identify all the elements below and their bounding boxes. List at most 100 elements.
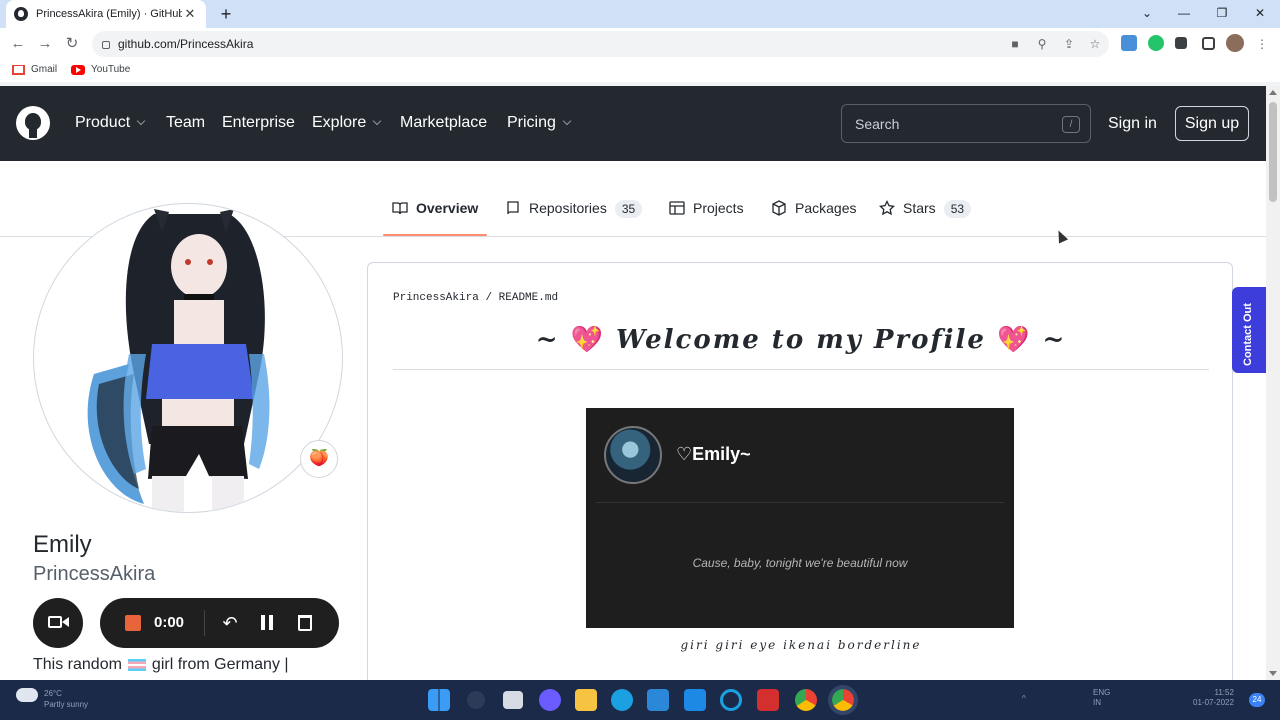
share-icon[interactable]: ⇪ [1062, 37, 1076, 51]
close-tab-icon[interactable]: ✕ [182, 6, 198, 22]
extension-icon[interactable] [1121, 35, 1137, 51]
bookmark-label: YouTube [91, 64, 131, 75]
chevron-down-icon [136, 116, 146, 126]
path-separator: / [485, 292, 493, 304]
search-input[interactable]: Search / [841, 104, 1091, 143]
weather-widget[interactable]: 26°C Partly sunny [44, 688, 88, 710]
readme-path: PrincessAkira / README.md [393, 292, 558, 304]
tab-projects[interactable]: Projects [669, 200, 744, 236]
bio-text: This random [33, 656, 122, 673]
tab-label: Stars [903, 200, 936, 216]
browser-toolbar: ← → ↻ github.com/PrincessAkira ■ ⚲ ⇪ ☆ [0, 28, 1280, 60]
status-emoji-badge[interactable]: 🍑 [300, 440, 338, 478]
chrome-icon[interactable] [795, 689, 817, 711]
github-header: Product Team Enterprise Explore Marketpl… [0, 86, 1266, 161]
cortana-icon[interactable] [720, 689, 742, 711]
new-tab-button[interactable]: + [216, 4, 236, 24]
tab-label: Overview [416, 200, 479, 216]
tab-search-icon[interactable]: ⌄ [1128, 0, 1166, 28]
profile-avatar[interactable] [1226, 34, 1244, 52]
nav-marketplace[interactable]: Marketplace [400, 114, 487, 132]
chrome-active-icon[interactable] [828, 685, 858, 715]
tray-chevron-icon[interactable]: ^ [1022, 694, 1026, 703]
scrollbar-thumb[interactable] [1269, 102, 1277, 202]
divider [393, 369, 1209, 370]
readme-file-link[interactable]: README.md [499, 292, 558, 304]
profile-fullname: Emily [33, 531, 92, 558]
search-shortcut-key: / [1062, 116, 1080, 133]
browser-tab-strip: PrincessAkira (Emily) · GitHub ✕ + ⌄ — ❐… [0, 0, 1280, 28]
search-placeholder: Search [855, 115, 900, 132]
tab-label: Packages [795, 200, 857, 216]
readme-owner-link[interactable]: PrincessAkira [393, 292, 479, 304]
chevron-down-icon [373, 116, 382, 126]
readme-heading: ~ 💖 Welcome to my Profile 💖 ~ [368, 325, 1234, 355]
nav-label: Product [75, 114, 131, 131]
close-window-button[interactable]: ✕ [1241, 0, 1279, 28]
recorder-camera-button[interactable] [33, 598, 83, 648]
mcafee-icon[interactable] [757, 689, 779, 711]
clock[interactable]: 11:52 01-07-2022 [1193, 688, 1234, 708]
nav-product[interactable]: Product [75, 114, 146, 132]
tab-packages[interactable]: Packages [771, 200, 856, 236]
github-logo-icon[interactable] [16, 106, 50, 140]
scroll-down-icon[interactable] [1269, 671, 1277, 676]
app-l-icon[interactable] [684, 689, 706, 711]
nav-enterprise[interactable]: Enterprise [222, 114, 295, 132]
windows-start-icon[interactable] [428, 689, 450, 711]
sign-in-link[interactable]: Sign in [1108, 115, 1157, 133]
trash-icon[interactable] [298, 615, 312, 631]
notification-badge[interactable]: 24 [1249, 693, 1265, 707]
tab-overview[interactable]: Overview [382, 200, 488, 236]
edge-browser-icon[interactable] [611, 689, 633, 711]
address-bar[interactable]: github.com/PrincessAkira [92, 31, 1109, 57]
reload-button[interactable]: ↻ [62, 34, 82, 54]
extensions-puzzle-icon[interactable] [1175, 37, 1187, 49]
pause-icon[interactable] [261, 615, 273, 630]
bookmark-youtube[interactable]: YouTube [71, 64, 130, 75]
tab-label: Projects [693, 200, 744, 216]
tab-repositories[interactable]: Repositories 35 [505, 200, 643, 236]
weather-cloud-icon[interactable] [16, 688, 38, 702]
camera-blocked-icon[interactable]: ■ [1008, 37, 1022, 51]
readme-card: PrincessAkira / README.md ~ 💖 Welcome to… [367, 262, 1233, 702]
undo-icon[interactable]: ↶ [220, 612, 240, 634]
zoom-icon[interactable]: ⚲ [1035, 37, 1049, 51]
nav-explore[interactable]: Explore [312, 114, 382, 132]
forward-button[interactable]: → [35, 34, 55, 54]
nav-team[interactable]: Team [166, 114, 205, 132]
music-card-image[interactable]: ♡Emily~ Cause, baby, tonight we're beaut… [586, 408, 1014, 628]
bookmark-star-icon[interactable]: ☆ [1088, 37, 1102, 51]
sparkling-heart-icon: 💖 [570, 325, 605, 355]
nav-label: Marketplace [400, 114, 488, 131]
file-explorer-icon[interactable] [575, 689, 597, 711]
maximize-button[interactable]: ❐ [1203, 0, 1241, 28]
page-scrollbar[interactable] [1266, 86, 1280, 680]
language-indicator[interactable]: ENG IN [1093, 688, 1110, 708]
tab-stars[interactable]: Stars 53 [878, 199, 972, 236]
contact-out-button[interactable]: Contact Out [1232, 287, 1266, 373]
contact-out-label: Contact Out [1242, 303, 1254, 366]
store-icon[interactable] [647, 689, 669, 711]
readme-title-text: Welcome to my Profile [616, 325, 986, 355]
chrome-menu-icon[interactable]: ⋮ [1255, 37, 1269, 51]
stop-recording-button[interactable] [125, 615, 141, 631]
side-panel-icon[interactable] [1202, 37, 1215, 50]
bookmark-gmail[interactable]: Gmail [12, 64, 57, 75]
nav-label: Explore [312, 114, 367, 131]
nav-pricing[interactable]: Pricing [507, 114, 572, 132]
search-icon[interactable] [467, 691, 485, 709]
stars-count-badge: 53 [943, 200, 972, 218]
extension-icon[interactable] [1148, 35, 1164, 51]
browser-tab[interactable]: PrincessAkira (Emily) · GitHub ✕ [6, 0, 206, 28]
divider [596, 502, 1004, 503]
sign-up-button[interactable]: Sign up [1175, 106, 1249, 141]
package-icon [771, 200, 787, 216]
task-view-icon[interactable] [503, 691, 523, 709]
minimize-button[interactable]: — [1165, 0, 1203, 28]
chat-icon[interactable] [539, 689, 561, 711]
back-button[interactable]: ← [8, 34, 28, 54]
scroll-up-icon[interactable] [1269, 90, 1277, 95]
profile-avatar-image[interactable] [33, 203, 343, 513]
bio-text: girl from Germany | [151, 656, 289, 673]
